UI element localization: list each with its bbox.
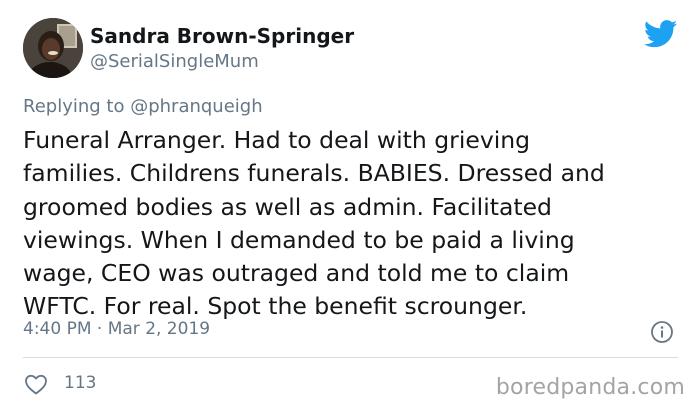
tweet-card: Sandra Brown-Springer @SerialSingleMum R… [0,0,700,410]
twitter-bird-icon[interactable] [644,20,678,48]
tweet-text-line: Funeral Arranger. Had to deal with griev… [23,126,531,154]
avatar[interactable] [23,18,83,78]
tweet-text-line: groomed bodies as well as admin. Facilit… [23,192,552,221]
timestamp[interactable]: 4:40 PM · Mar 2, 2019 [23,319,210,339]
tweet-text: Funeral Arranger. Had to deal with griev… [23,124,683,324]
heart-icon[interactable] [24,373,48,395]
tweet-text-line: wage, CEO was outraged and told me to cl… [23,259,570,288]
info-icon[interactable] [650,320,674,344]
watermark: boredpanda.com [495,375,685,400]
reply-context: Replying to @phranqueigh [23,96,263,117]
display-name[interactable]: Sandra Brown-Springer [90,24,354,48]
like-count: 113 [64,373,97,393]
tweet-text-line: viewings. When I demanded to be paid a l… [23,225,575,254]
user-handle[interactable]: @SerialSingleMum [90,51,259,72]
reply-prefix: Replying to [23,96,131,117]
tweet-text-line: families. Childrens funerals. BABIES. Dr… [23,159,605,188]
reply-handle-link[interactable]: @phranqueigh [130,96,262,117]
divider [23,357,678,358]
